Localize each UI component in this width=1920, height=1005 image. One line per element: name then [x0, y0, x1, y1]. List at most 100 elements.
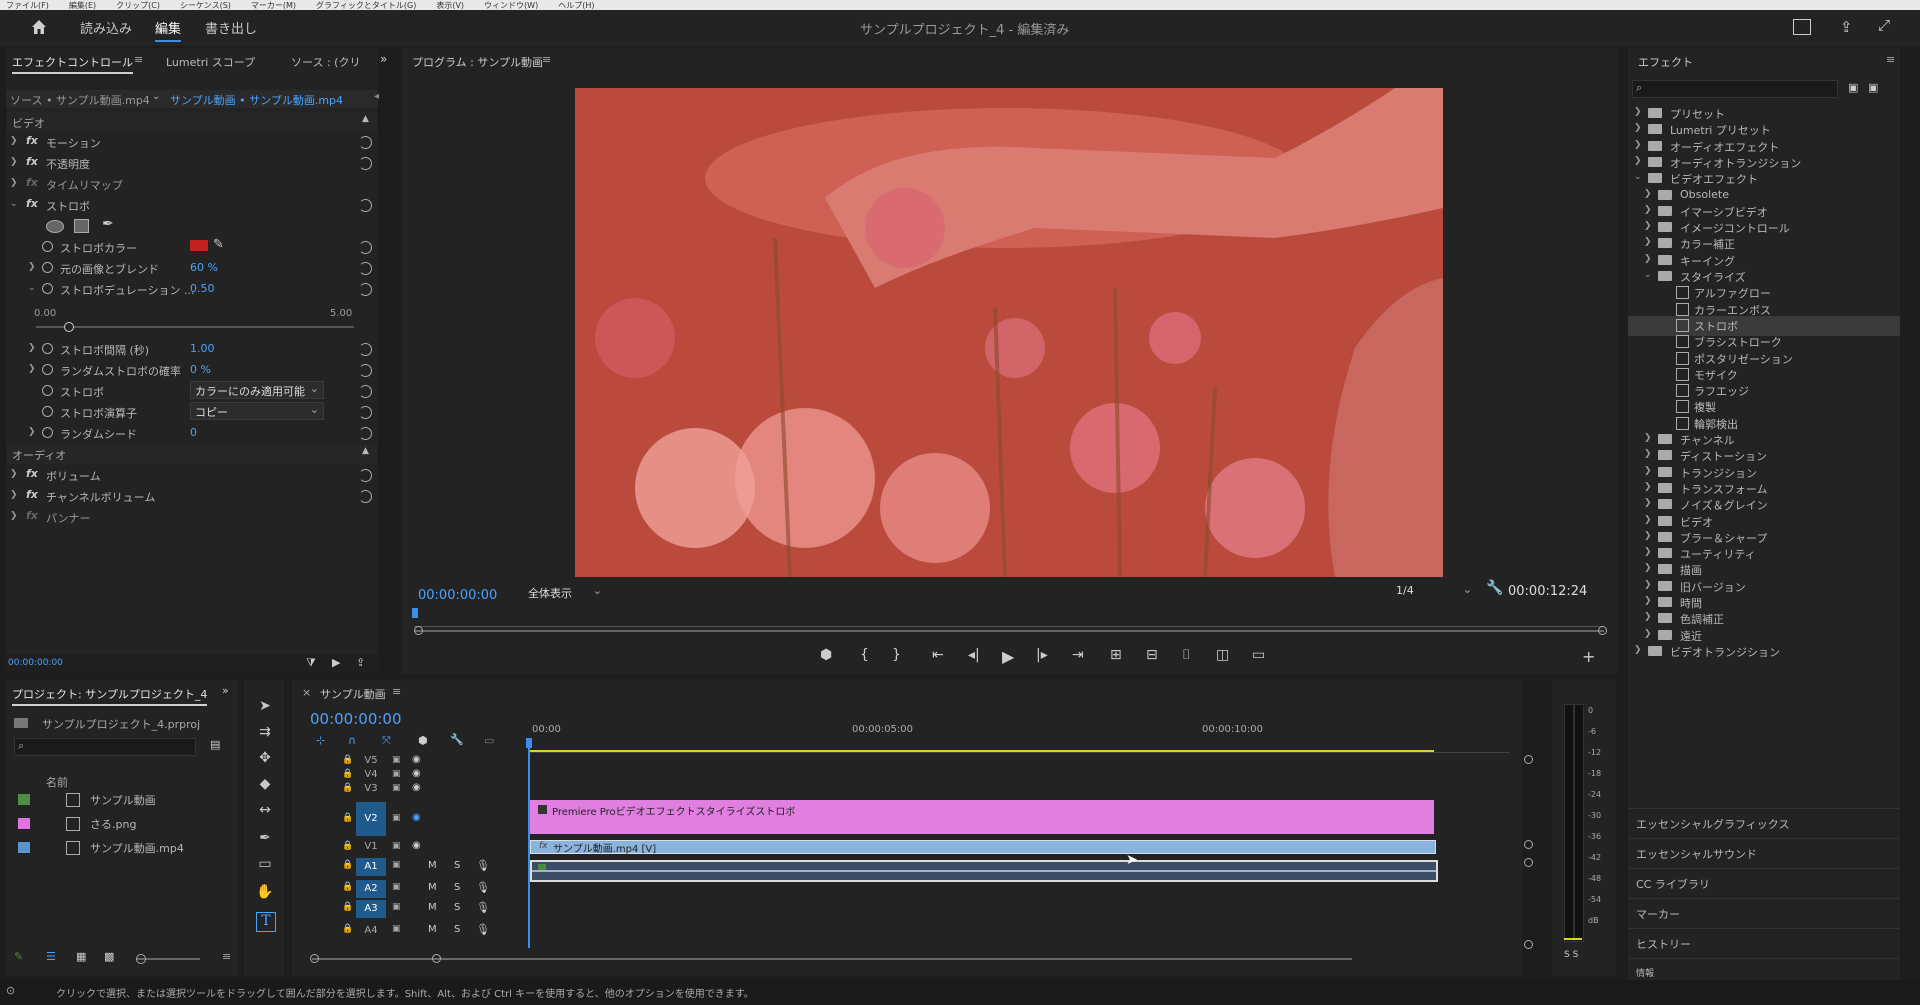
link-icon[interactable]: ∩	[348, 734, 356, 747]
menu-item[interactable]: ファイル(F)	[6, 1, 49, 10]
export-icon[interactable]: ⇪	[356, 656, 365, 669]
reset-icon[interactable]	[359, 343, 372, 356]
label-color-swatch[interactable]	[18, 794, 30, 805]
add-marker-icon[interactable]: ⬢	[820, 647, 832, 663]
track-label[interactable]: A3	[356, 900, 386, 918]
panel-menu-icon[interactable]: ≡	[1886, 53, 1895, 66]
fullscreen-icon[interactable]: ⤢	[1878, 16, 1890, 34]
lock-icon[interactable]: 🔒	[342, 769, 353, 779]
menu-item[interactable]: ウィンドウ(W)	[484, 1, 538, 10]
razor-tool-icon[interactable]: ◆	[256, 776, 274, 794]
timeline-timecode[interactable]: 00:00:00:00	[310, 710, 402, 728]
solo-button[interactable]: S	[454, 902, 460, 913]
section-cc-library[interactable]: CC ライブラリ	[1628, 868, 1900, 897]
chevron-down-icon[interactable]: ⌄	[1634, 172, 1642, 182]
track-label[interactable]: V4	[356, 768, 386, 782]
microphone-icon[interactable]: 🎙	[476, 901, 490, 914]
microphone-icon[interactable]: 🎙	[476, 923, 490, 936]
duration-slider-track[interactable]	[36, 322, 354, 332]
pen-tool-icon[interactable]: ✒	[256, 830, 274, 848]
track-label[interactable]: A1	[356, 858, 386, 876]
random-prob-value[interactable]: 0 %	[190, 363, 211, 376]
reset-icon[interactable]	[359, 469, 372, 482]
chevron-down-icon[interactable]: ⌄	[152, 91, 160, 102]
program-timecode[interactable]: 00:00:00:00	[418, 588, 497, 603]
camera-icon[interactable]: ⌷	[1182, 647, 1190, 663]
stopwatch-icon[interactable]	[42, 283, 53, 294]
ripple-edit-tool-icon[interactable]: ✥	[256, 750, 274, 768]
pencil-icon[interactable]: ✎	[14, 950, 23, 963]
lock-icon[interactable]: 🔒	[342, 841, 353, 851]
tab-lumetri-scope[interactable]: Lumetri スコープ	[166, 54, 255, 70]
zoom-handle-left[interactable]	[414, 626, 423, 635]
reset-icon[interactable]	[359, 283, 372, 296]
panel-menu-icon[interactable]: ≡	[542, 53, 551, 66]
chevron-right-icon[interactable]: ❯	[1644, 466, 1652, 476]
snap-icon[interactable]: ⊹	[316, 734, 325, 747]
chevron-right-icon[interactable]: ❯	[1644, 563, 1652, 573]
chevron-right-icon[interactable]: ❯	[1644, 515, 1652, 525]
stopwatch-icon[interactable]	[42, 241, 53, 252]
video-track-header[interactable]: 🔒 V5 ▣ ◉	[292, 754, 528, 768]
reset-icon[interactable]	[359, 157, 372, 170]
rectangle-tool-icon[interactable]: ▭	[256, 856, 274, 874]
icon-view-icon[interactable]: ▦	[76, 950, 86, 963]
home-icon[interactable]	[30, 18, 48, 36]
accelerated-effects-icon[interactable]: ▣	[1848, 81, 1858, 94]
video-track-header[interactable]: 🔒 V3 ▣ ◉	[292, 782, 528, 796]
section-markers[interactable]: マーカー	[1628, 898, 1900, 927]
mark-in-icon[interactable]: {	[860, 647, 869, 663]
chevron-right-icon[interactable]: ❯	[1634, 123, 1642, 133]
lock-icon[interactable]: 🔒	[342, 813, 353, 823]
close-icon[interactable]: ×	[302, 686, 311, 699]
play-clip-audio-icon[interactable]: ▶	[332, 656, 340, 669]
zoom-slider-handle[interactable]	[136, 954, 146, 964]
eye-icon[interactable]: ◉	[412, 782, 421, 793]
track-label[interactable]: A2	[356, 880, 386, 898]
selection-tool-icon[interactable]: ➤	[256, 698, 274, 716]
track-select-tool-icon[interactable]: ⇉	[256, 724, 274, 742]
chevron-right-icon[interactable]: ❯	[1644, 498, 1652, 508]
tab-edit[interactable]: 編集	[155, 18, 182, 42]
reset-icon[interactable]	[359, 364, 372, 377]
panel-menu-icon[interactable]: ≡	[392, 685, 401, 698]
stopwatch-icon[interactable]	[42, 385, 53, 396]
microphone-icon[interactable]: 🎙	[476, 859, 490, 872]
quality-select[interactable]: 1/4 ⌄	[1392, 583, 1474, 599]
interval-value[interactable]: 1.00	[190, 342, 215, 355]
go-to-in-icon[interactable]: ⇤	[932, 647, 944, 663]
chevron-right-icon[interactable]: ❯	[1644, 205, 1652, 215]
pen-mask-icon[interactable]: ✒	[102, 216, 114, 232]
sync-lock-icon[interactable]: ▣	[392, 924, 401, 934]
blend-value[interactable]: 60 %	[190, 261, 218, 274]
play-icon[interactable]: ▶	[1002, 647, 1014, 666]
panel-menu-icon[interactable]: ≡	[134, 53, 143, 66]
video-track-header[interactable]: 🔒 V4 ▣ ◉	[292, 768, 528, 782]
project-search-input[interactable]: ⌕	[14, 738, 196, 756]
sync-lock-icon[interactable]: ▣	[392, 755, 401, 765]
mute-button[interactable]: M	[428, 924, 437, 935]
step-forward-icon[interactable]: |▸	[1036, 647, 1048, 663]
eyedropper-icon[interactable]: ✎	[213, 237, 224, 252]
lock-icon[interactable]: 🔒	[342, 860, 353, 870]
nest-icon[interactable]: ⤧	[382, 734, 391, 748]
chevron-down-icon[interactable]: ⌄	[1644, 270, 1652, 280]
reset-icon[interactable]	[359, 427, 372, 440]
go-to-out-icon[interactable]: ⇥	[1072, 647, 1084, 663]
effect-volume[interactable]: ❯ fx ボリューム	[6, 465, 378, 485]
lock-icon[interactable]: 🔒	[342, 902, 353, 912]
sync-lock-icon[interactable]: ▣	[392, 902, 401, 912]
captions-icon[interactable]: ▭	[484, 734, 494, 747]
chevron-right-icon[interactable]: ❯	[1634, 645, 1642, 655]
tab-source[interactable]: ソース : (クリ	[291, 54, 360, 70]
lock-icon[interactable]: 🔒	[342, 783, 353, 793]
menu-item[interactable]: クリップ(C)	[116, 1, 160, 10]
audio-track-header[interactable]: 🔒 A2 ▣ M S 🎙	[292, 880, 528, 898]
wrench-icon[interactable]: 🔧	[1486, 580, 1503, 596]
solo-button[interactable]: S	[454, 924, 460, 935]
add-button-icon[interactable]: +	[1582, 647, 1595, 666]
share-icon[interactable]: ⇪	[1840, 18, 1853, 36]
program-playhead[interactable]	[412, 608, 418, 618]
scroll-up-icon[interactable]: ▲	[362, 114, 369, 124]
sync-lock-icon[interactable]: ▣	[392, 860, 401, 870]
